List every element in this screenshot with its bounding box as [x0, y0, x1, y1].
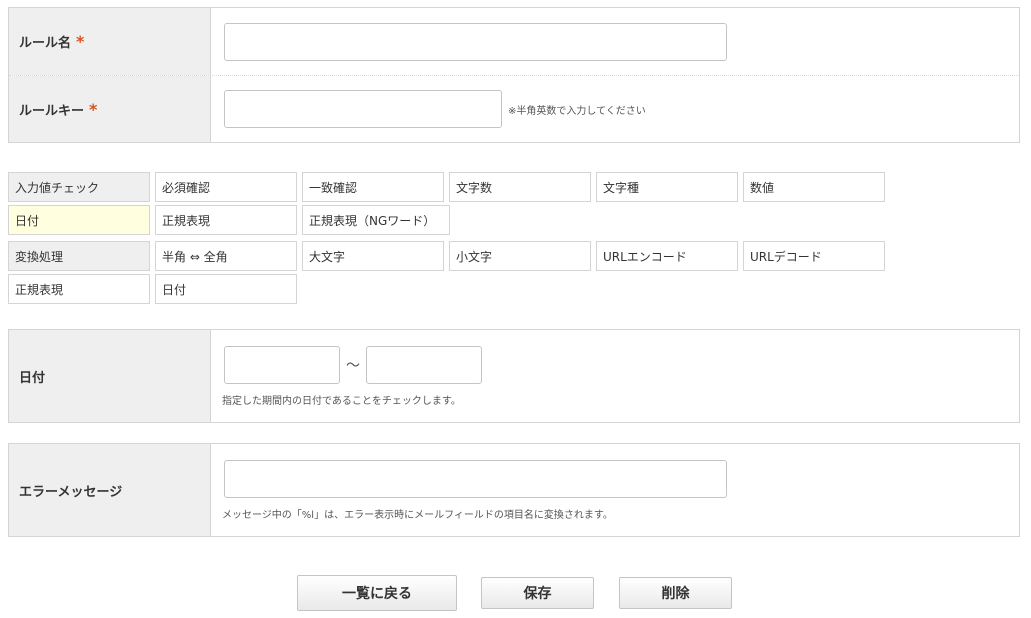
date-to-input[interactable]: [366, 345, 482, 384]
rule-key-row: ルールキー * ※半角英数で入力してください: [9, 75, 1019, 142]
option-required-check[interactable]: 必須確認: [155, 172, 297, 202]
conversion-row-2: 正規表現 日付: [8, 274, 888, 304]
rule-key-label: ルールキー: [19, 103, 85, 119]
option-date-check[interactable]: 日付: [8, 205, 150, 235]
back-to-list-button[interactable]: 一覧に戻る: [297, 575, 457, 611]
validation-header: 入力値チェック: [8, 172, 150, 202]
date-label-cell: 日付: [9, 330, 211, 422]
rule-name-row: ルール名 *: [9, 8, 1019, 75]
rule-name-value-cell: [211, 8, 1019, 75]
option-half-full-width[interactable]: 半角 ⇔ 全角: [155, 241, 297, 271]
rule-name-label-cell: ルール名 *: [9, 8, 211, 75]
rule-key-value-cell: ※半角英数で入力してください: [211, 76, 1019, 142]
option-char-count[interactable]: 文字数: [449, 172, 591, 202]
rule-table: ルール名 * ルールキー * ※半角英数で入力してください: [8, 7, 1020, 143]
error-message-row: エラーメッセージ メッセージ中の「%l」は、エラー表示時にメールフィールドの項目…: [9, 444, 1019, 536]
date-value-cell: ～ 指定した期間内の日付であることをチェックします。: [211, 330, 1019, 422]
option-regex[interactable]: 正規表現: [155, 205, 297, 235]
date-row: 日付 ～ 指定した期間内の日付であることをチェックします。: [9, 330, 1019, 422]
validation-row-2: 日付 正規表現 正規表現（NGワード）: [8, 205, 888, 235]
option-regex-ng-word[interactable]: 正規表現（NGワード）: [302, 205, 450, 235]
conversion-header: 変換処理: [8, 241, 150, 271]
rule-options-grid: 入力値チェック 必須確認 一致確認 文字数 文字種 数値 日付 正規表現 正規表…: [8, 172, 888, 307]
option-uppercase[interactable]: 大文字: [302, 241, 444, 271]
rule-key-hint: ※半角英数で入力してください: [508, 105, 646, 117]
option-match-check[interactable]: 一致確認: [302, 172, 444, 202]
rule-key-label-cell: ルールキー *: [9, 76, 211, 142]
option-date-convert[interactable]: 日付: [155, 274, 297, 304]
date-table: 日付 ～ 指定した期間内の日付であることをチェックします。: [8, 329, 1020, 423]
option-lowercase[interactable]: 小文字: [449, 241, 591, 271]
option-url-decode[interactable]: URLデコード: [743, 241, 885, 271]
error-message-label-cell: エラーメッセージ: [9, 444, 211, 536]
rule-name-input[interactable]: [224, 22, 727, 61]
option-char-type[interactable]: 文字種: [596, 172, 738, 202]
error-message-value-cell: メッセージ中の「%l」は、エラー表示時にメールフィールドの項目名に変換されます。: [211, 444, 1019, 536]
error-message-input[interactable]: [224, 459, 727, 498]
option-regex-convert[interactable]: 正規表現: [8, 274, 150, 304]
date-range-separator: ～: [346, 357, 360, 374]
date-from-input[interactable]: [224, 345, 340, 384]
date-label: 日付: [19, 370, 46, 386]
date-note: 指定した期間内の日付であることをチェックします。: [222, 395, 461, 407]
save-button[interactable]: 保存: [481, 577, 594, 609]
error-message-table: エラーメッセージ メッセージ中の「%l」は、エラー表示時にメールフィールドの項目…: [8, 443, 1020, 537]
validation-row: 入力値チェック 必須確認 一致確認 文字数 文字種 数値: [8, 172, 888, 202]
rule-key-input[interactable]: [224, 90, 502, 128]
delete-button[interactable]: 削除: [619, 577, 732, 609]
error-message-note: メッセージ中の「%l」は、エラー表示時にメールフィールドの項目名に変換されます。: [222, 509, 613, 521]
error-message-label: エラーメッセージ: [19, 484, 123, 500]
option-url-encode[interactable]: URLエンコード: [596, 241, 738, 271]
conversion-row: 変換処理 半角 ⇔ 全角 大文字 小文字 URLエンコード URLデコード: [8, 241, 888, 271]
required-mark: *: [89, 99, 98, 119]
option-number[interactable]: 数値: [743, 172, 885, 202]
rule-name-label: ルール名: [19, 36, 72, 51]
required-mark: *: [76, 32, 85, 51]
